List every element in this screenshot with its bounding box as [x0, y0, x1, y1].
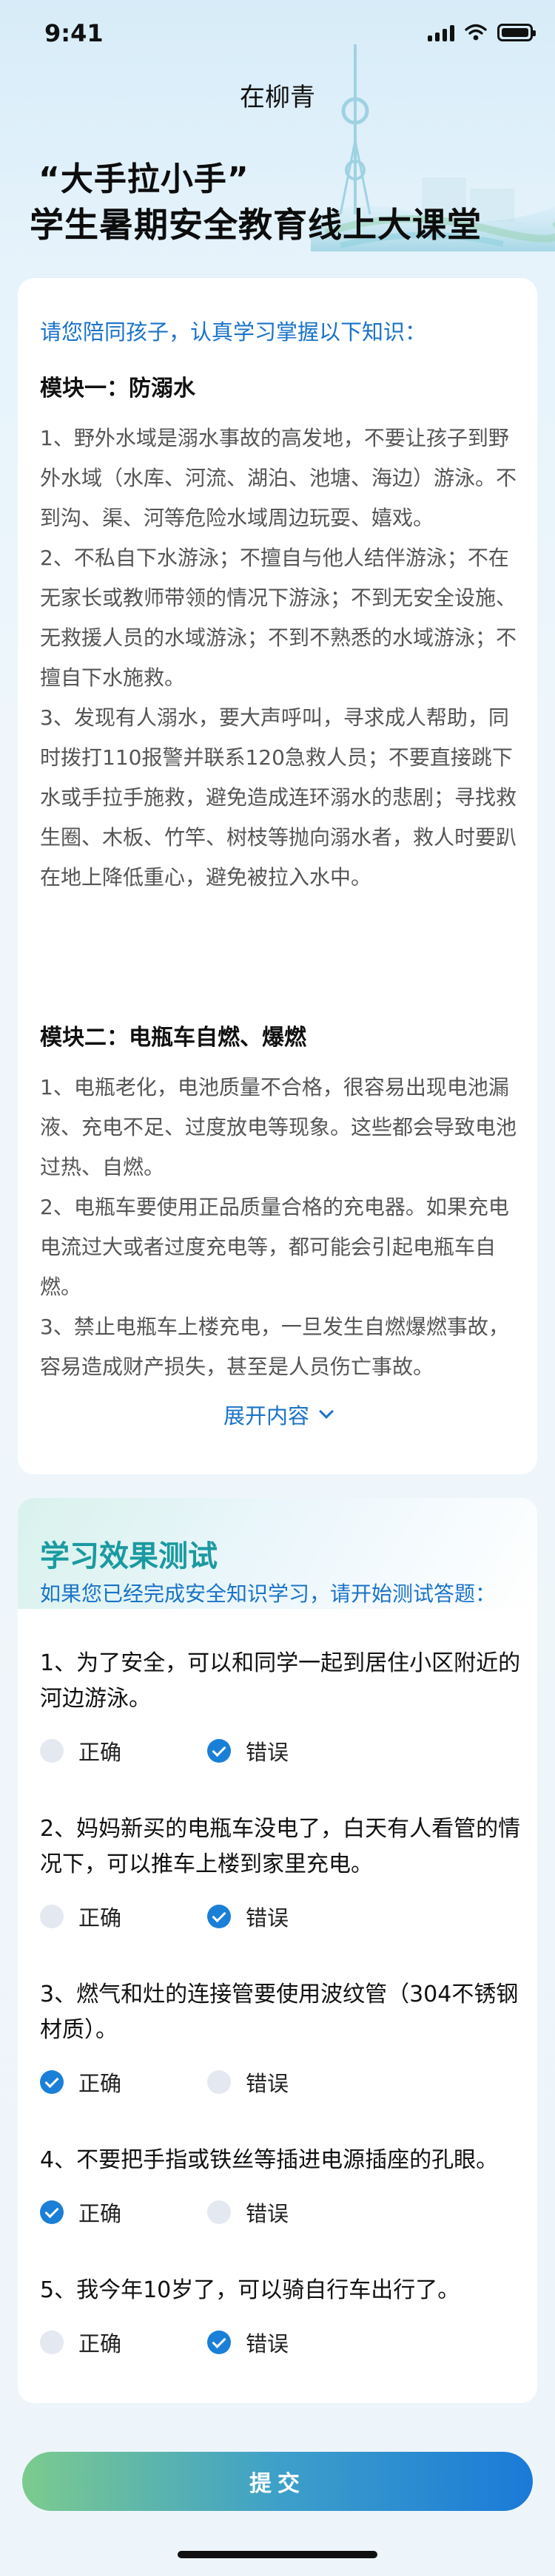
option-label: 错误: [246, 2201, 289, 2226]
module-paragraph: 1、野外水域是溺水事故的高发地，不要让孩子到野外水域（水库、河流、湖泊、池塘、海…: [40, 426, 517, 530]
module-content: 1、野外水域是溺水事故的高发地，不要让孩子到野外水域（水库、河流、湖泊、池塘、海…: [40, 418, 521, 898]
question-text: 1、为了安全，可以和同学一起到居住小区附近的河边游泳。: [40, 1650, 521, 1712]
radio-icon[interactable]: [207, 2070, 231, 2094]
radio-icon[interactable]: [207, 2331, 231, 2354]
radio-icon[interactable]: [40, 1905, 64, 1928]
question-text: 2、妈妈新买的电瓶车没电了，白天有人看管的情况下，可以推车上楼到家里充电。: [40, 1816, 521, 1877]
hero-banner: “大手拉小手” 学生暑期安全教育线上大课堂: [0, 44, 555, 281]
answer-options: 正确 错误: [40, 1736, 521, 1766]
expand-label: 展开内容: [223, 1403, 309, 1428]
radio-icon[interactable]: [40, 2200, 64, 2224]
option-false[interactable]: 错误: [207, 1735, 374, 1766]
option-label: 正确: [78, 2331, 122, 2356]
status-time: 9:41: [44, 19, 104, 47]
option-label: 错误: [246, 2071, 289, 2096]
option-label: 错误: [246, 2331, 289, 2356]
city-skyline-illustration: [311, 44, 555, 251]
module-paragraph: 3、禁止电瓶车上楼充电，一旦发生自燃爆燃事故，容易造成财产损失，甚至是人员伤亡事…: [40, 1315, 509, 1379]
answer-options: 正确 错误: [40, 2197, 521, 2227]
hero-title-line2: 学生暑期安全教育线上大课堂: [30, 205, 482, 245]
module-paragraph: 2、不私自下水游泳；不擅自与他人结伴游泳；不在无家长或教师带领的情况下游泳；不到…: [40, 546, 517, 690]
chevron-down-icon: [319, 1404, 334, 1419]
knowledge-card: 请您陪同孩子，认真学习掌握以下知识： 模块一：防溺水 1、野外水域是溺水事故的高…: [18, 278, 537, 1474]
option-label: 正确: [78, 1905, 122, 1931]
option-label: 错误: [246, 1740, 289, 1765]
module-title: 模块二：电瓶车自燃、爆燃: [40, 1025, 306, 1051]
question-text: 3、燃气和灶的连接管要使用波纹管（304不锈钢材质）。: [40, 1982, 519, 2043]
answer-options: 正确 错误: [40, 2067, 521, 2097]
quiz-card: 学习效果测试 如果您已经完成安全知识学习，请开始测试答题： 1、为了安全，可以和…: [18, 1498, 537, 2403]
option-false[interactable]: 错误: [207, 2327, 374, 2358]
option-false[interactable]: 错误: [207, 2067, 374, 2098]
option-true[interactable]: 正确: [40, 2327, 207, 2358]
module-content: 1、电瓶老化，电池质量不合格，很容易出现电池漏液、充电不足、过度放电等现象。这些…: [40, 1068, 521, 1387]
option-false[interactable]: 错误: [207, 1901, 374, 1932]
option-label: 错误: [246, 1905, 289, 1931]
submit-button[interactable]: 提交: [22, 2452, 533, 2511]
option-false[interactable]: 错误: [207, 2197, 374, 2228]
module-paragraph: 1、电瓶老化，电池质量不合格，很容易出现电池漏液、充电不足、过度放电等现象。这些…: [40, 1075, 517, 1179]
question-text: 4、不要把手指或铁丝等插进电源插座的孔眼。: [40, 2147, 499, 2173]
quiz-subtitle: 如果您已经完成安全知识学习，请开始测试答题：: [40, 1582, 497, 1606]
home-indicator: [178, 2551, 377, 2558]
radio-icon[interactable]: [207, 1739, 231, 1763]
option-true[interactable]: 正确: [40, 1901, 207, 1932]
option-label: 正确: [78, 1740, 122, 1765]
knowledge-intro: 请您陪同孩子，认真学习掌握以下知识：: [40, 319, 427, 345]
question-text: 5、我今年10岁了，可以骑自行车出行了。: [40, 2277, 460, 2303]
module-paragraph: 2、电瓶车要使用正品质量合格的充电器。如果充电电流过大或者过度充电等，都可能会引…: [40, 1195, 509, 1299]
option-label: 正确: [78, 2201, 122, 2226]
quiz-question: 4、不要把手指或铁丝等插进电源插座的孔眼。 正确 错误: [40, 2143, 521, 2227]
radio-icon[interactable]: [207, 1905, 231, 1928]
quiz-question: 1、为了安全，可以和同学一起到居住小区附近的河边游泳。 正确 错误: [40, 1646, 521, 1766]
option-true[interactable]: 正确: [40, 2197, 207, 2228]
quiz-question: 2、妈妈新买的电瓶车没电了，白天有人看管的情况下，可以推车上楼到家里充电。 正确…: [40, 1811, 521, 1931]
option-true[interactable]: 正确: [40, 2067, 207, 2098]
module-title: 模块一：防溺水: [40, 376, 195, 401]
module-paragraph: 3、发现有人溺水，要大声呼叫，寻求成人帮助，同时拨打110报警并联系120急救人…: [40, 705, 517, 889]
option-true[interactable]: 正确: [40, 1735, 207, 1766]
option-label: 正确: [78, 2071, 122, 2096]
answer-options: 正确 错误: [40, 2328, 521, 2357]
expand-content-button[interactable]: 展开内容: [18, 1399, 537, 1430]
quiz-question: 5、我今年10岁了，可以骑自行车出行了。 正确 错误: [40, 2273, 521, 2357]
radio-icon[interactable]: [40, 2070, 64, 2094]
radio-icon[interactable]: [40, 2331, 64, 2354]
radio-icon[interactable]: [40, 1739, 64, 1763]
quiz-title: 学习效果测试: [40, 1539, 218, 1573]
hero-title-line1: “大手拉小手”: [38, 160, 249, 198]
quiz-question: 3、燃气和灶的连接管要使用波纹管（304不锈钢材质）。 正确 错误: [40, 1977, 521, 2097]
answer-options: 正确 错误: [40, 1902, 521, 1931]
radio-icon[interactable]: [207, 2200, 231, 2224]
